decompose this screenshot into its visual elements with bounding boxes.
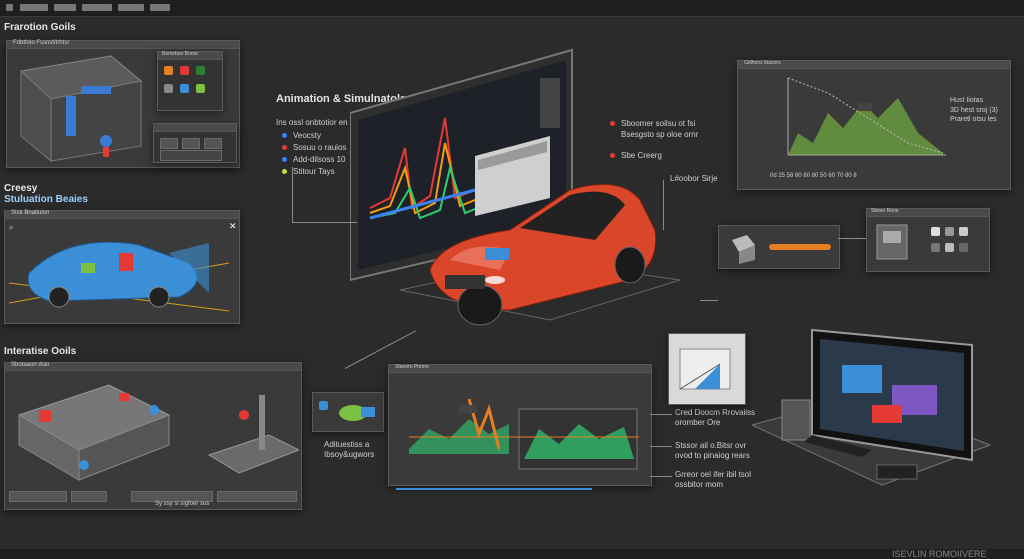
connector-6 xyxy=(650,414,672,415)
interactive-button-1[interactable] xyxy=(9,491,67,502)
interactive-tools-window[interactable]: Sbotaaon dsio Sy ssy si sigfoer sus xyxy=(4,362,302,510)
tool-icon-2[interactable] xyxy=(180,66,189,75)
legend-item-2: Sosuu o rauios xyxy=(282,142,346,154)
legend-right-item-2: Bsesgsto sp oloe ornr xyxy=(621,130,699,139)
interactive-button-4[interactable] xyxy=(217,491,297,502)
param-slider[interactable] xyxy=(160,150,222,161)
machine-parts-illustration xyxy=(17,384,299,481)
app-icon[interactable] xyxy=(6,4,13,11)
chart-ticks: 0d 25 58 80 80 80 50 60 70 80 8 xyxy=(770,173,857,179)
simulation-window-title: Stsk Bnaltuion xyxy=(11,210,50,216)
assist-label-2: Ibsoy&ugwors xyxy=(324,450,375,459)
fabrication-tools-panel[interactable]: Bemetosr Bonsc xyxy=(157,51,223,111)
fabrication-window[interactable]: Fdbtfoio Fssnsf/Irhtsr Bemetosr Bonsc xyxy=(6,40,240,168)
library-leader-line xyxy=(663,180,664,230)
top-toolbar xyxy=(0,0,1024,17)
connector-1 xyxy=(292,167,293,223)
library-callout: L#oobor Sirje xyxy=(670,174,718,183)
right-callout-3: Stssor ail o.Bitsr ovr xyxy=(675,441,747,450)
blue-car-illustration xyxy=(9,241,230,312)
param-button-2[interactable] xyxy=(182,138,200,149)
part-preview-thumb xyxy=(732,235,755,264)
interactive-status-text: Sy ssy si sigfoer sus xyxy=(155,501,210,507)
green-area-chart xyxy=(787,77,946,156)
diagram-thumb xyxy=(679,348,731,390)
fabrication-tools-title: Bemetosr Bonsc xyxy=(162,51,199,57)
component-panel-title: Sbeso Rone xyxy=(871,208,899,214)
param-button-1[interactable] xyxy=(160,138,178,149)
chart-window-title: Gldhons Ibaoors xyxy=(744,60,781,66)
right-callout-4: ovod to pinaiog rears xyxy=(675,451,750,460)
assist-panel[interactable] xyxy=(312,392,384,432)
param-button-3[interactable] xyxy=(204,138,222,149)
menu-help[interactable] xyxy=(150,4,170,11)
tool-icon-4[interactable] xyxy=(164,84,173,93)
workstation-illustration xyxy=(752,328,992,486)
legend-left-heading: Ins ossl onbtotior en xyxy=(276,118,348,127)
fabrication-params-panel[interactable] xyxy=(153,123,237,163)
bottom-strip-text: ISEVLIN ROMOIIVERE xyxy=(892,549,987,559)
component-icon-2[interactable] xyxy=(945,227,954,236)
chart-note-3: Praretl otsu les xyxy=(950,116,997,123)
connector-8 xyxy=(650,476,672,477)
legend-right: Sboomer soilsu ot fsi Bsesgsto sp oloe o… xyxy=(610,118,698,161)
tool-icon-6[interactable] xyxy=(196,84,205,93)
component-thumb xyxy=(876,224,908,260)
chart-note-2: 3D hest sroj (3) xyxy=(950,107,998,114)
fabrication-window-title: Fdbtfoio Fssnsf/Irhtsr xyxy=(13,40,70,46)
interactive-button-2[interactable] xyxy=(71,491,107,502)
chart-note-1: Hust Iiotas xyxy=(950,97,984,104)
tool-icon-5[interactable] xyxy=(180,84,189,93)
menu-tools[interactable] xyxy=(118,4,144,11)
legend-right-item-1: Sboomer soilsu ot fsi xyxy=(610,118,698,129)
menu-edit[interactable] xyxy=(54,4,76,11)
analysis-chart xyxy=(409,398,639,470)
analysis-window[interactable]: Stanoro Pnrore xyxy=(388,364,652,486)
bottom-strip xyxy=(0,549,1024,559)
progress-bar[interactable] xyxy=(769,244,831,250)
diagram-card[interactable] xyxy=(668,333,746,405)
connector-4 xyxy=(700,300,718,301)
analysis-window-title: Stanoro Pnrore xyxy=(395,364,429,370)
component-icon-5[interactable] xyxy=(945,243,954,252)
assist-icon[interactable] xyxy=(319,401,328,410)
legend-right-item-3: Sbe Creerg xyxy=(610,150,698,161)
right-callout-2: oromber Ore xyxy=(675,418,721,427)
tool-icon-1[interactable] xyxy=(164,66,173,75)
connector-2 xyxy=(292,222,357,223)
legend-item-3: Add-dilsoss 10 xyxy=(282,154,346,166)
red-sports-car xyxy=(399,183,681,326)
menu-view[interactable] xyxy=(82,4,112,11)
connector-7 xyxy=(650,446,672,447)
section-title-interactive: Interatise Ooils xyxy=(4,346,77,357)
section-title-simulation: Stuluation Beaies xyxy=(4,194,88,205)
component-panel[interactable]: Sbeso Rone xyxy=(866,208,990,272)
simulation-window[interactable]: Stsk Bnaltuion ✕ ⌕ xyxy=(4,210,240,324)
component-icon-1[interactable] xyxy=(931,227,940,236)
part-preview-panel[interactable] xyxy=(718,225,840,269)
component-icon-3[interactable] xyxy=(959,227,968,236)
component-icon-4[interactable] xyxy=(931,243,940,252)
chart-window[interactable]: Gldhons Ibaoors Hust Iiotas 3D hest sroj… xyxy=(737,60,1011,190)
interactive-window-title: Sbotaaon dsio xyxy=(11,362,50,368)
connector-5 xyxy=(838,238,866,239)
component-icon-6[interactable] xyxy=(959,243,968,252)
timeline-bar[interactable] xyxy=(396,488,592,490)
machine-illustration xyxy=(19,55,143,163)
section-title-creesy: Creesy xyxy=(4,183,38,194)
right-callout-1: Cred Doocm Rrovaiiss xyxy=(675,408,756,417)
right-callout-5: Grreor oel ifer ibil tsol xyxy=(675,470,752,479)
section-title-fabrication: Frarotion Goils xyxy=(4,22,76,33)
right-callout-6: ossbitor mom xyxy=(675,480,724,489)
assist-label: Adituestiss a xyxy=(324,440,370,449)
legend-item-velocity: Veocsty xyxy=(282,130,346,142)
tool-icon-3[interactable] xyxy=(196,66,205,75)
assist-thumb xyxy=(339,405,375,421)
menu-file[interactable] xyxy=(20,4,48,11)
